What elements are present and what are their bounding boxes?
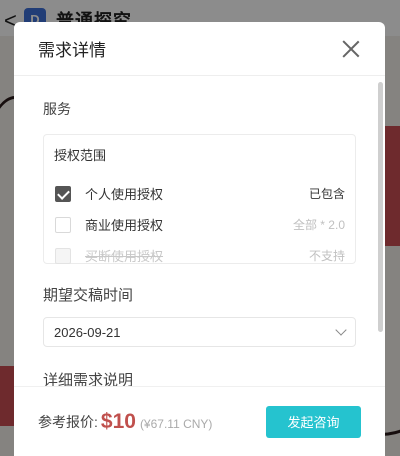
option-commercial-license[interactable]: 商业使用授权 全部 * 2.0: [54, 209, 345, 240]
start-consult-button[interactable]: 发起咨询: [266, 405, 361, 438]
detail-label: 详细需求说明: [43, 372, 134, 387]
price-converted: (¥67.11 CNY): [139, 416, 213, 431]
deadline-value: 2026-09-21: [54, 324, 121, 340]
requirement-detail-modal: 需求详情 服务 授权范围 个人使用授权 已包含 商业使用授权 全部 * 2.0 …: [14, 22, 385, 456]
option-value: 不支持: [308, 249, 345, 263]
price-label: 参考报价:: [38, 413, 98, 430]
service-label: 服务: [43, 101, 71, 117]
option-value: 全部 * 2.0: [292, 218, 345, 232]
checkbox-commercial-license[interactable]: [55, 216, 71, 233]
license-scope-title: 授权范围: [54, 148, 107, 163]
option-personal-license[interactable]: 个人使用授权 已包含: [54, 178, 345, 209]
price-value: $10: [100, 409, 136, 433]
deadline-select[interactable]: 2026-09-21: [43, 317, 356, 347]
checkbox-personal-license[interactable]: [55, 185, 71, 202]
option-buyout-license: 买断使用授权 不支持: [54, 240, 345, 271]
modal-header: 需求详情: [14, 22, 385, 76]
deadline-label: 期望交稿时间: [43, 287, 134, 304]
modal-title: 需求详情: [38, 41, 106, 60]
modal-body: 服务 授权范围 个人使用授权 已包含 商业使用授权 全部 * 2.0 买断使用授…: [14, 77, 385, 387]
checkbox-buyout-license: [55, 247, 71, 264]
license-scope-box: 授权范围 个人使用授权 已包含 商业使用授权 全部 * 2.0 买断使用授权 不…: [43, 134, 356, 264]
option-label: 买断使用授权: [85, 249, 164, 264]
option-value: 已包含: [308, 187, 345, 201]
option-label: 商业使用授权: [85, 218, 164, 233]
close-icon[interactable]: [341, 39, 361, 59]
scrollbar[interactable]: [378, 82, 383, 332]
chevron-down-icon: [335, 324, 347, 336]
option-label: 个人使用授权: [85, 187, 164, 202]
modal-footer: 参考报价: $10 (¥67.11 CNY) 发起咨询: [14, 386, 385, 456]
